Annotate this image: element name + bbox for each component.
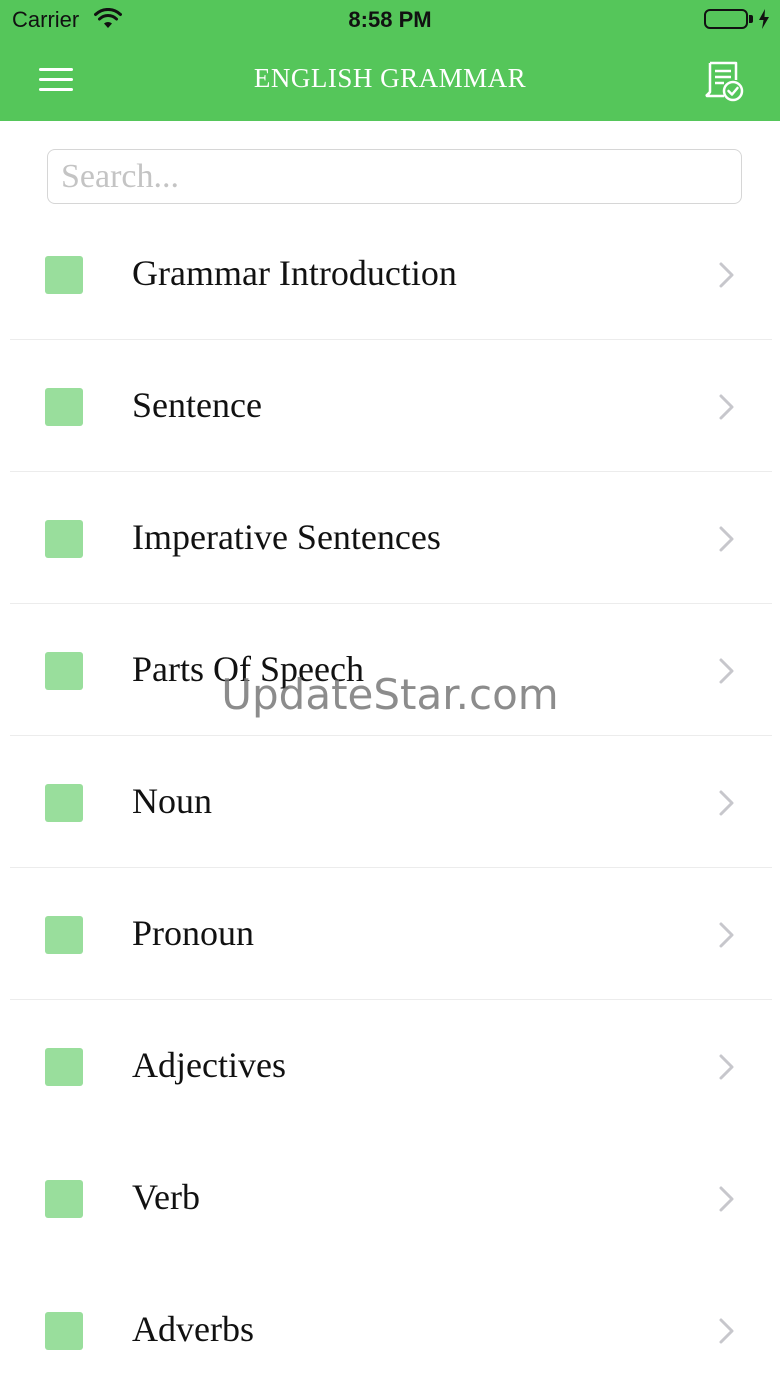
- bolt-icon: [759, 9, 769, 29]
- status-bar: Carrier 8:58 PM: [0, 0, 780, 40]
- battery-tip: [749, 15, 753, 23]
- chevron-right-icon: [719, 658, 734, 684]
- list-item-label: Noun: [132, 781, 212, 821]
- list-item-adverbs[interactable]: Adverbs: [0, 1264, 780, 1387]
- chevron-right-icon: [719, 922, 734, 948]
- chevron-right-icon: [719, 262, 734, 288]
- list-item-label: Adverbs: [132, 1309, 254, 1349]
- list-item-label: Sentence: [132, 385, 262, 425]
- chevron-right-icon: [719, 790, 734, 816]
- app-header: Carrier 8:58 PM ENGLISH GRAMMAR: [0, 0, 780, 121]
- list-item-imperative-sentences[interactable]: Imperative Sentences: [0, 472, 780, 604]
- topic-marker-icon: [45, 388, 83, 426]
- topic-marker-icon: [45, 916, 83, 954]
- list-item-label: Parts Of Speech: [132, 649, 364, 689]
- chevron-right-icon: [719, 394, 734, 420]
- battery-level: [708, 13, 744, 25]
- topic-marker-icon: [45, 784, 83, 822]
- list-item-verb[interactable]: Verb: [0, 1132, 780, 1264]
- topic-marker-icon: [45, 256, 83, 294]
- topic-marker-icon: [45, 1048, 83, 1086]
- topic-marker-icon: [45, 1180, 83, 1218]
- list-item-label: Grammar Introduction: [132, 253, 457, 293]
- topic-marker-icon: [45, 520, 83, 558]
- list-item-label: Pronoun: [132, 913, 255, 953]
- topic-list: Grammar Introduction Sentence Imperative…: [0, 208, 780, 1387]
- chevron-right-icon: [719, 1054, 734, 1080]
- list-item-pronoun[interactable]: Pronoun: [0, 868, 780, 1000]
- list-item-label: Imperative Sentences: [132, 517, 441, 557]
- search-input[interactable]: [47, 149, 742, 204]
- battery-icon: [704, 9, 748, 29]
- chevron-right-icon: [719, 1318, 734, 1344]
- quiz-check-icon: [705, 61, 744, 102]
- page-title: ENGLISH GRAMMAR: [253, 63, 527, 93]
- chevron-right-icon: [719, 526, 734, 552]
- topic-marker-icon: [45, 652, 83, 690]
- list-item-grammar-introduction[interactable]: Grammar Introduction: [0, 208, 780, 340]
- list-item-label: Verb: [132, 1177, 200, 1217]
- chevron-right-icon: [719, 1186, 734, 1212]
- list-item-label: Adjectives: [132, 1045, 286, 1085]
- status-time: 8:58 PM: [348, 7, 432, 32]
- topic-marker-icon: [45, 1312, 83, 1350]
- list-item-sentence[interactable]: Sentence: [0, 340, 780, 472]
- list-item-parts-of-speech[interactable]: Parts Of Speech: [0, 604, 780, 736]
- quiz-button[interactable]: [700, 58, 746, 104]
- list-item-noun[interactable]: Noun: [0, 736, 780, 868]
- list-item-adjectives[interactable]: Adjectives: [0, 1000, 780, 1132]
